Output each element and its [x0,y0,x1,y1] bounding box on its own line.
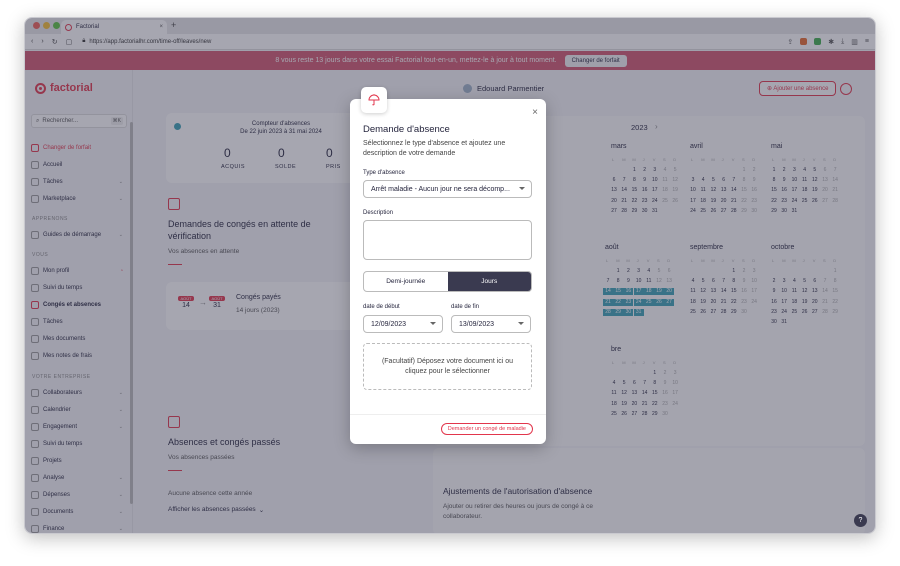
chevron-down-icon [430,322,436,325]
description-textarea[interactable] [363,220,532,260]
half-day-option[interactable]: Demi-journée [364,272,448,291]
end-date-label: date de fin [451,304,480,310]
start-date-value: 12/09/2023 [371,320,407,328]
chevron-down-icon [518,322,524,325]
absence-type-value: Arrêt maladie - Aucun jour ne sera décom… [371,185,510,193]
absence-type-label: Type d'absence [363,170,405,176]
dropzone-text: (Facultatif) Déposez votre document ici … [381,357,514,375]
description-label: Description [363,210,394,216]
browser-window: Factorial × + ‹ › ↻ ▢ 🔒︎ https://app.fac… [24,17,876,534]
modal-subtitle: Sélectionnez le type d'absence et ajoute… [363,140,506,157]
help-icon[interactable]: ? [854,514,867,527]
modal-footer: Demander un congé de maladie [350,414,546,444]
umbrella-icon [361,87,387,113]
absence-type-select[interactable]: Arrêt maladie - Aucun jour ne sera décom… [363,180,532,198]
end-date-value: 13/09/2023 [459,320,495,328]
document-dropzone[interactable]: (Facultatif) Déposez votre document ici … [363,343,532,390]
chevron-down-icon [519,187,525,190]
modal-title: Demande d'absence [363,124,450,135]
close-icon[interactable]: × [532,107,538,118]
start-date-field[interactable]: 12/09/2023 [363,315,443,333]
submit-sick-leave-button[interactable]: Demander un congé de maladie [440,423,533,435]
start-date-label: date de début [363,304,400,310]
duration-toggle: Demi-journée Jours [363,271,532,292]
absence-request-modal: × Demande d'absence Sélectionnez le type… [350,87,546,444]
end-date-field[interactable]: 13/09/2023 [451,315,531,333]
days-option[interactable]: Jours [447,272,531,291]
